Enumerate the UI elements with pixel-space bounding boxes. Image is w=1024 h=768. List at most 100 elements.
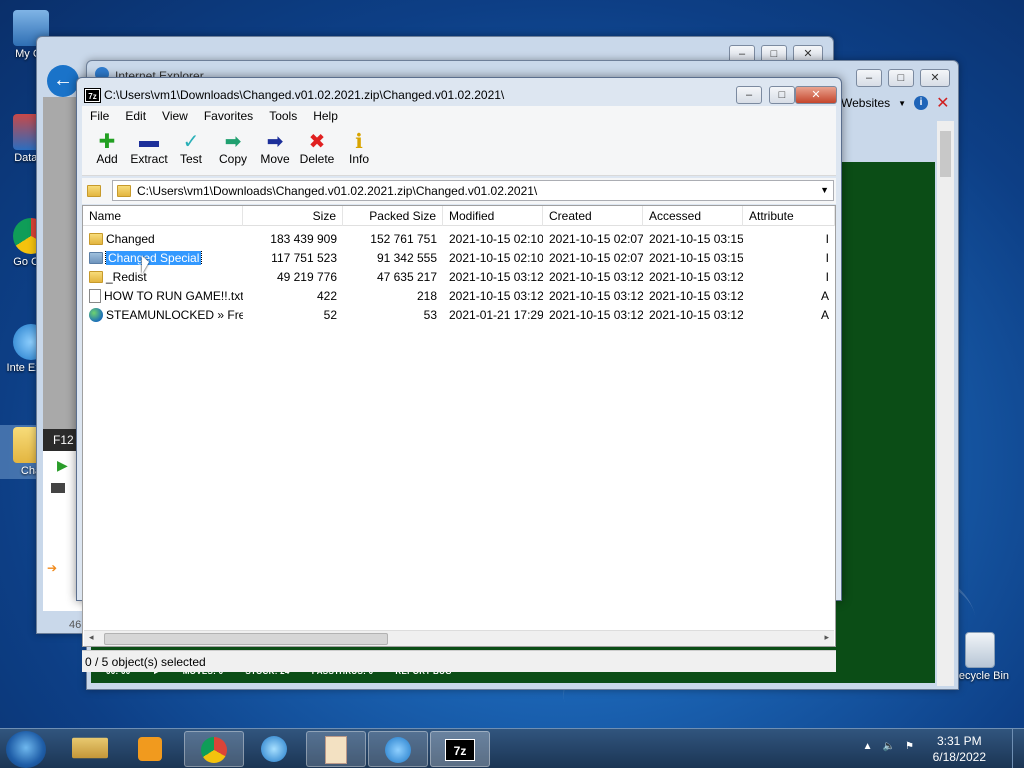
close-x-icon[interactable]: ✕	[936, 93, 949, 113]
file-name-rename-edit[interactable]: Changed Special	[104, 250, 203, 265]
menu-edit[interactable]: Edit	[117, 109, 154, 123]
clock[interactable]: 3:31 PM 6/18/2022	[933, 733, 986, 765]
delete-x-icon: ✖	[308, 130, 326, 153]
move-button[interactable]: ➡ Move	[254, 126, 296, 175]
mouse-cursor-icon	[142, 256, 149, 274]
file-name: STEAMUNLOCKED » Fre...	[106, 307, 243, 322]
edge-taskbar-icon[interactable]	[244, 731, 304, 767]
minimize-button[interactable]: –	[736, 86, 762, 104]
ie-taskbar-button[interactable]	[368, 731, 428, 767]
menu-view[interactable]: View	[154, 109, 196, 123]
chevron-up-icon[interactable]: ▲	[863, 741, 873, 752]
column-header-name[interactable]: Name	[83, 206, 243, 226]
chevron-down-icon[interactable]: ▼	[898, 99, 906, 108]
clock-date: 6/18/2022	[932, 750, 986, 764]
scroll-left-icon[interactable]: ◂	[89, 632, 94, 643]
menu-file[interactable]: File	[82, 109, 117, 123]
recycle-bin-icon	[965, 632, 995, 668]
column-header-attributes[interactable]: Attribute	[743, 206, 835, 226]
start-button[interactable]	[6, 731, 46, 768]
maximize-button[interactable]: □	[888, 69, 914, 87]
menu-favorites[interactable]: Favorites	[196, 109, 261, 123]
test-button[interactable]: ✓ Test	[170, 126, 212, 175]
info-icon[interactable]: i	[914, 96, 929, 110]
up-folder-button[interactable]	[82, 180, 106, 202]
file-attributes: A	[820, 288, 829, 303]
menu-tools[interactable]: Tools	[261, 109, 305, 123]
column-header-packed-size[interactable]: Packed Size	[343, 206, 443, 226]
folder-icon	[89, 232, 103, 245]
show-desktop-button[interactable]	[1012, 729, 1024, 768]
add-button[interactable]: ✚ Add	[86, 126, 128, 175]
globe-icon	[89, 307, 103, 322]
minimize-button[interactable]: –	[856, 69, 882, 87]
column-header-size[interactable]: Size	[243, 206, 343, 226]
ie-icon	[385, 737, 411, 763]
file-modified: 2021-10-15 03:12	[449, 288, 543, 303]
file-created: 2021-10-15 03:12	[549, 307, 643, 322]
selection-status: 0 / 5 object(s) selected	[85, 654, 206, 669]
solitaire-taskbar-button[interactable]	[306, 731, 366, 767]
chrome-taskbar-button[interactable]	[184, 731, 244, 767]
menu-help[interactable]: Help	[305, 109, 346, 123]
folder-up-icon	[87, 185, 101, 197]
horizontal-scrollbar[interactable]: ◂ ▸	[84, 630, 834, 646]
file-size: 49 219 776	[276, 269, 337, 284]
briefcase-icon[interactable]	[51, 483, 65, 493]
close-button[interactable]: ✕	[795, 86, 837, 104]
websites-menu[interactable]: Websites	[841, 96, 890, 110]
file-attributes: I	[825, 231, 829, 246]
file-packed-size: 152 761 751	[370, 231, 437, 246]
column-header-created[interactable]: Created	[543, 206, 643, 226]
status-bar: 0 / 5 object(s) selected	[82, 650, 836, 672]
path-text: C:\Users\vm1\Downloads\Changed.v01.02.20…	[137, 183, 538, 198]
ie-vertical-scrollbar[interactable]	[937, 121, 954, 686]
delete-button[interactable]: ✖ Delete	[296, 126, 338, 175]
system-tray: ▲ 🔈 ⚑	[863, 741, 914, 752]
chevron-down-icon[interactable]: ▼	[820, 185, 829, 195]
file-accessed: 2021-10-15 03:15	[649, 231, 743, 246]
media-player-taskbar-icon[interactable]	[128, 731, 172, 767]
sevenzip-logo-icon: 7z	[84, 87, 101, 103]
scroll-thumb[interactable]	[104, 633, 388, 645]
back-arrow-icon[interactable]: ←	[47, 65, 79, 97]
sevenzip-taskbar-button[interactable]: 7z	[430, 731, 490, 767]
close-button[interactable]: ✕	[920, 69, 950, 87]
scroll-right-icon[interactable]: ▸	[824, 632, 829, 643]
extract-button[interactable]: ▬ Extract	[128, 126, 170, 175]
table-row[interactable]: Changed 183 439 909 152 761 751 2021-10-…	[83, 229, 835, 248]
file-accessed: 2021-10-15 03:12	[649, 307, 743, 322]
taskbar: 7z ▲ 🔈 ⚑ 3:31 PM 6/18/2022	[0, 728, 1024, 768]
copy-button[interactable]: ➡ Copy	[212, 126, 254, 175]
file-list[interactable]: Name Size Packed Size Modified Created A…	[82, 205, 836, 647]
check-icon: ✓	[182, 130, 200, 153]
file-name: Changed	[106, 231, 155, 246]
window-title: C:\Users\vm1\Downloads\Changed.v01.02.20…	[104, 88, 505, 102]
column-headers: Name Size Packed Size Modified Created A…	[83, 206, 835, 226]
sevenzip-window[interactable]: 7z C:\Users\vm1\Downloads\Changed.v01.02…	[76, 77, 842, 672]
table-row[interactable]: Changed Special 117 751 523 91 342 555 2…	[83, 248, 835, 267]
play-icon	[138, 737, 162, 761]
scroll-thumb[interactable]	[940, 131, 951, 177]
column-header-accessed[interactable]: Accessed	[643, 206, 743, 226]
flag-icon[interactable]: ⚑	[905, 741, 914, 752]
file-size: 183 439 909	[270, 231, 337, 246]
folder-icon	[117, 184, 131, 197]
table-row[interactable]: _Redist 49 219 776 47 635 217 2021-10-15…	[83, 267, 835, 286]
table-row[interactable]: STEAMUNLOCKED » Fre... 52 53 2021-01-21 …	[83, 305, 835, 324]
file-name: _Redist	[106, 269, 147, 284]
minus-icon: ▬	[139, 129, 159, 152]
folder-icon	[89, 251, 103, 264]
ie-icon	[261, 736, 287, 762]
path-field[interactable]: C:\Users\vm1\Downloads\Changed.v01.02.20…	[112, 180, 834, 201]
info-button[interactable]: ℹ Info	[338, 126, 380, 175]
file-name: HOW TO RUN GAME!!.txt	[104, 288, 243, 303]
column-header-modified[interactable]: Modified	[443, 206, 543, 226]
speaker-icon[interactable]: 🔈	[883, 741, 895, 752]
play-icon[interactable]: ▶	[57, 457, 68, 474]
copy-arrow-icon: ➡	[224, 130, 242, 153]
file-explorer-taskbar-icon[interactable]	[72, 737, 108, 759]
table-row[interactable]: HOW TO RUN GAME!!.txt 422 218 2021-10-15…	[83, 286, 835, 305]
file-modified: 2021-01-21 17:29	[449, 307, 543, 322]
maximize-button[interactable]: □	[769, 86, 795, 104]
